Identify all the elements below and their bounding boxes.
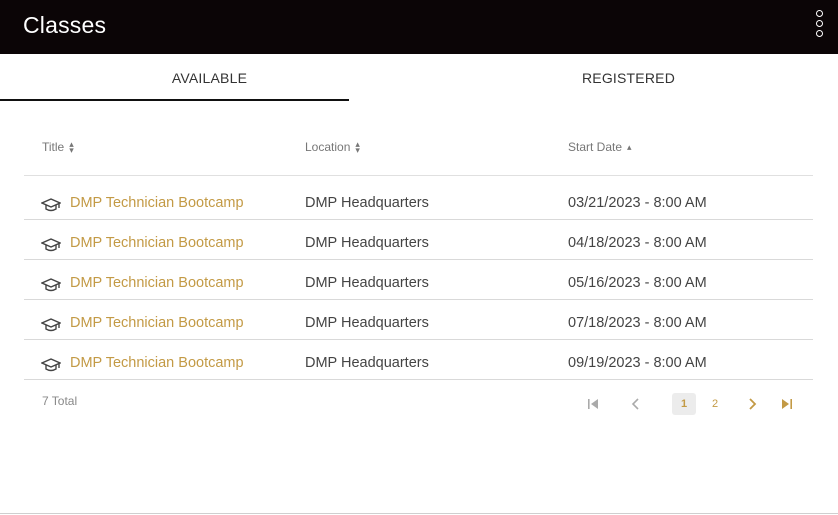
class-start-date: 05/16/2023 - 8:00 AM [568, 275, 707, 291]
page-button-2[interactable]: 2 [705, 393, 725, 415]
class-title-link[interactable]: DMP Technician Bootcamp [70, 235, 244, 251]
table-row: DMP Technician Bootcamp DMP Headquarters… [24, 260, 813, 300]
sort-unsorted-icon: ▴ ▾ [69, 139, 74, 155]
graduation-cap-icon [41, 278, 61, 292]
sort-ascending-icon: ▴ [627, 142, 632, 152]
class-start-date: 04/18/2023 - 8:00 AM [568, 235, 707, 251]
class-title-link[interactable]: DMP Technician Bootcamp [70, 355, 244, 371]
class-title-link[interactable]: DMP Technician Bootcamp [70, 275, 244, 291]
class-title-link[interactable]: DMP Technician Bootcamp [70, 315, 244, 331]
class-location: DMP Headquarters [305, 195, 429, 211]
column-location-label: Location [305, 140, 351, 154]
first-page-icon[interactable] [583, 393, 603, 415]
class-location: DMP Headquarters [305, 275, 429, 291]
graduation-cap-icon [41, 198, 61, 212]
graduation-cap-icon [41, 318, 61, 332]
column-header-start-date[interactable]: Start Date ▴ [568, 140, 632, 154]
table-row: DMP Technician Bootcamp DMP Headquarters… [24, 180, 813, 220]
table-footer: 7 Total 1 2 [24, 376, 813, 426]
graduation-cap-icon [41, 238, 61, 252]
class-location: DMP Headquarters [305, 235, 429, 251]
class-start-date: 03/21/2023 - 8:00 AM [568, 195, 707, 211]
classes-table: Title ▴ ▾ Location ▴ ▾ Start Date ▴ DMP Te… [24, 130, 813, 380]
tab-registered[interactable]: REGISTERED [419, 54, 838, 102]
page-title: Classes [23, 12, 107, 38]
tab-bar: AVAILABLE REGISTERED [0, 54, 838, 102]
divider [0, 513, 838, 514]
total-count: 7 Total [42, 394, 78, 408]
class-start-date: 09/19/2023 - 8:00 AM [568, 355, 707, 371]
next-page-icon[interactable] [742, 393, 762, 415]
column-header-title[interactable]: Title ▴ ▾ [42, 139, 74, 155]
active-tab-indicator [0, 99, 349, 101]
more-vertical-icon[interactable] [812, 10, 826, 42]
previous-page-icon[interactable] [626, 393, 646, 415]
table-row: DMP Technician Bootcamp DMP Headquarters… [24, 340, 813, 380]
last-page-icon[interactable] [777, 393, 797, 415]
tab-available[interactable]: AVAILABLE [0, 54, 419, 102]
class-location: DMP Headquarters [305, 355, 429, 371]
class-title-link[interactable]: DMP Technician Bootcamp [70, 195, 244, 211]
column-header-location[interactable]: Location ▴ ▾ [305, 139, 360, 155]
column-title-label: Title [42, 140, 65, 154]
sort-unsorted-icon: ▴ ▾ [355, 139, 360, 155]
table-body: DMP Technician Bootcamp DMP Headquarters… [24, 180, 813, 380]
app-bar: Classes [0, 0, 838, 54]
table-row: DMP Technician Bootcamp DMP Headquarters… [24, 300, 813, 340]
class-location: DMP Headquarters [305, 315, 429, 331]
column-start-date-label: Start Date [568, 140, 623, 154]
table-row: DMP Technician Bootcamp DMP Headquarters… [24, 220, 813, 260]
graduation-cap-icon [41, 358, 61, 372]
table-header: Title ▴ ▾ Location ▴ ▾ Start Date ▴ [24, 130, 813, 176]
page-button-1[interactable]: 1 [672, 393, 696, 415]
class-start-date: 07/18/2023 - 8:00 AM [568, 315, 707, 331]
